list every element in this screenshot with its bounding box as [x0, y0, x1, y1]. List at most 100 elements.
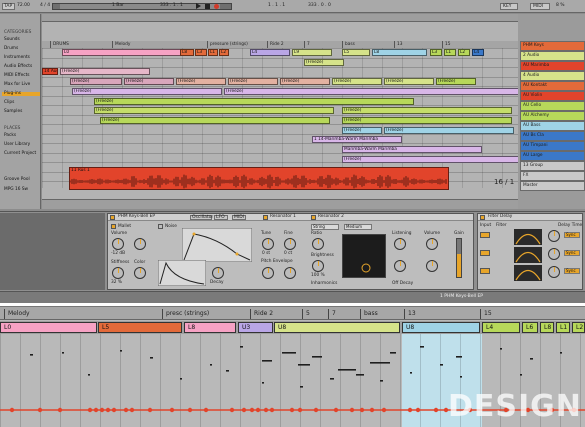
- detail-locator[interactable]: 13: [404, 309, 416, 319]
- arrangement-clip[interactable]: (Freeze): [280, 78, 330, 85]
- resonator1-toggle[interactable]: [263, 215, 268, 220]
- midi-note[interactable]: [560, 352, 562, 354]
- resonator-quality-menu[interactable]: Medium: [344, 224, 372, 230]
- browser-place[interactable]: User Library: [4, 142, 30, 147]
- browser-place[interactable]: Packs: [4, 133, 16, 138]
- detail-clip[interactable]: L4: [482, 322, 520, 333]
- detail-locator-strip[interactable]: [0, 307, 585, 320]
- arrangement-clip[interactable]: (Freeze): [304, 59, 344, 66]
- midi-note[interactable]: [456, 356, 462, 358]
- arrangement-clip[interactable]: (Freeze): [124, 78, 174, 85]
- piano-knob[interactable]: [394, 260, 406, 272]
- velocity-marker[interactable]: [269, 407, 275, 413]
- track-header[interactable]: 4 Audio: [520, 71, 585, 81]
- arrangement-clip[interactable]: Marimba-Warm Marimba: [342, 146, 482, 153]
- velocity-marker[interactable]: [297, 407, 303, 413]
- browser-category[interactable]: Drums: [4, 46, 18, 51]
- arrangement-clip[interactable]: (Freeze): [94, 107, 334, 114]
- track-header[interactable]: AU Timpani: [520, 141, 585, 151]
- sync-button[interactable]: Sync: [564, 250, 580, 256]
- arrangement-clip[interactable]: (Freeze): [436, 78, 476, 85]
- track-header[interactable]: 13 Group: [520, 161, 585, 171]
- detail-clip[interactable]: L2: [572, 322, 585, 333]
- track-header[interactable]: AU Large: [520, 151, 585, 161]
- record-icon[interactable]: [214, 4, 219, 9]
- tune-knob[interactable]: [262, 238, 274, 250]
- detail-locator[interactable]: 7: [328, 309, 336, 319]
- midi-note[interactable]: [420, 346, 424, 348]
- tab-midi[interactable]: MIDI: [232, 215, 246, 220]
- browser-category[interactable]: MIDI Effects: [4, 73, 30, 78]
- browser-category[interactable]: Samples: [4, 109, 22, 114]
- arrangement-view[interactable]: DRUMS Melody pressure (strings) Ride 2 7 bass…: [42, 14, 518, 209]
- velocity-marker[interactable]: [57, 407, 63, 413]
- tab-lfo[interactable]: LFO: [214, 215, 228, 220]
- browser-category[interactable]: Clips: [4, 100, 14, 105]
- detail-clip[interactable]: U8: [274, 322, 400, 333]
- velocity-marker[interactable]: [313, 407, 319, 413]
- track-header[interactable]: AU Kontakt: [520, 81, 585, 91]
- detail-locator[interactable]: 15: [480, 309, 492, 319]
- detail-clip[interactable]: U8: [402, 322, 480, 333]
- arrangement-clip[interactable]: (Freeze): [384, 127, 514, 134]
- midi-note[interactable]: [180, 378, 182, 380]
- detail-locator[interactable]: presc (strings): [162, 309, 209, 319]
- midi-note[interactable]: [120, 350, 122, 352]
- arrangement-clip[interactable]: (Freeze): [342, 127, 382, 134]
- arrangement-clip[interactable]: L3: [430, 49, 442, 56]
- sync-button[interactable]: Sync: [564, 232, 580, 238]
- velocity-marker[interactable]: [249, 407, 255, 413]
- arrangement-clip[interactable]: L5: [342, 49, 370, 56]
- midi-note[interactable]: [530, 358, 533, 360]
- fine-knob[interactable]: [284, 238, 296, 250]
- listening-knob[interactable]: [394, 238, 406, 250]
- arrangement-clip[interactable]: (Freeze): [342, 107, 512, 114]
- midi-note[interactable]: [282, 352, 296, 354]
- filter-curve-display[interactable]: [514, 229, 542, 245]
- resonator-volume-knob[interactable]: [426, 238, 438, 250]
- arrangement-clip[interactable]: L4: [472, 49, 484, 56]
- pitch-env-amount-knob[interactable]: [262, 267, 274, 279]
- velocity-marker[interactable]: [9, 407, 15, 413]
- midi-map-button[interactable]: MIDI: [530, 3, 550, 10]
- velocity-marker[interactable]: [381, 407, 387, 413]
- velocity-marker[interactable]: [407, 407, 413, 413]
- velocity-marker[interactable]: [129, 407, 135, 413]
- velocity-marker[interactable]: [169, 407, 175, 413]
- velocity-marker[interactable]: [203, 407, 209, 413]
- track-header[interactable]: FX: [520, 171, 585, 181]
- quantize-menu[interactable]: 1 Bar: [112, 3, 124, 9]
- detail-locator[interactable]: 5: [302, 309, 310, 319]
- midi-note[interactable]: [460, 376, 462, 378]
- midi-note[interactable]: [298, 364, 310, 366]
- filter-delay-input-toggle[interactable]: [480, 268, 490, 274]
- midi-note[interactable]: [62, 352, 64, 354]
- browser-place[interactable]: Current Project: [4, 151, 36, 156]
- play-icon[interactable]: [196, 3, 201, 9]
- arrangement-clip[interactable]: L9: [292, 49, 332, 56]
- arrangement-clip[interactable]: L8: [372, 49, 427, 56]
- detail-locator[interactable]: bass: [360, 309, 378, 319]
- arrangement-clip[interactable]: (Freeze): [228, 78, 278, 85]
- midi-note[interactable]: [262, 382, 264, 384]
- decay-knob[interactable]: [212, 267, 224, 279]
- arrangement-clip[interactable]: L2: [458, 49, 470, 56]
- delay-time-knob[interactable]: [548, 266, 560, 278]
- detail-clip[interactable]: L8: [184, 322, 236, 333]
- velocity-marker[interactable]: [37, 407, 43, 413]
- track-header[interactable]: AU Bass: [520, 121, 585, 131]
- midi-note[interactable]: [380, 380, 383, 382]
- filter-curve-display[interactable]: [514, 247, 542, 263]
- resonator2-toggle[interactable]: [311, 215, 316, 220]
- midi-note[interactable]: [410, 372, 412, 374]
- loop-length-field[interactable]: 333 . 0 . 0: [308, 3, 331, 9]
- velocity-marker[interactable]: [105, 407, 111, 413]
- groove-item[interactable]: MPG 16 Sw: [4, 187, 28, 192]
- midi-note[interactable]: [226, 370, 229, 372]
- detail-locator[interactable]: Melody: [4, 309, 30, 319]
- midi-note[interactable]: [240, 346, 243, 348]
- midi-note[interactable]: [88, 374, 90, 376]
- noise-toggle[interactable]: [158, 224, 163, 229]
- pitch-env-time-knob[interactable]: [284, 267, 296, 279]
- detail-view[interactable]: Melody presc (strings) Ride 2 5 7 bass 13 15 L0…: [0, 306, 585, 427]
